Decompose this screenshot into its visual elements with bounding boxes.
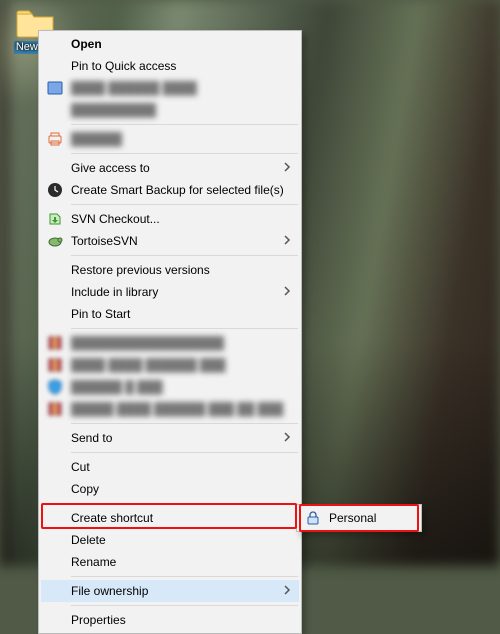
- submenu-personal[interactable]: Personal: [299, 507, 419, 529]
- menu-svn-checkout[interactable]: SVN Checkout...: [41, 208, 299, 230]
- separator: [71, 452, 298, 453]
- menu-rename[interactable]: Rename: [41, 551, 299, 573]
- separator: [71, 423, 298, 424]
- menu-properties[interactable]: Properties: [41, 609, 299, 631]
- menu-include-library[interactable]: Include in library: [41, 281, 299, 303]
- archive-icon: [47, 357, 63, 373]
- separator: [71, 576, 298, 577]
- separator: [71, 153, 298, 154]
- menu-open[interactable]: Open: [41, 33, 299, 55]
- archive-icon: [47, 401, 63, 417]
- menu-give-access-to[interactable]: Give access to: [41, 157, 299, 179]
- separator: [71, 124, 298, 125]
- chevron-right-icon: [281, 161, 293, 173]
- tortoise-icon: [47, 233, 63, 249]
- menu-obscured-2[interactable]: ██████████: [41, 99, 299, 121]
- menu-obscured-3[interactable]: ██████: [41, 128, 299, 150]
- menu-delete[interactable]: Delete: [41, 529, 299, 551]
- menu-obscured-7[interactable]: █████ ████ ██████ ███ ██ ███: [41, 398, 299, 420]
- chevron-right-icon: [281, 234, 293, 246]
- backup-icon: [47, 182, 63, 198]
- menu-copy[interactable]: Copy: [41, 478, 299, 500]
- menu-smart-backup[interactable]: Create Smart Backup for selected file(s): [41, 179, 299, 201]
- chevron-right-icon: [281, 285, 293, 297]
- menu-file-ownership[interactable]: File ownership: [41, 580, 299, 602]
- menu-obscured-5[interactable]: ████ ████ ██████ ███: [41, 354, 299, 376]
- printer-icon: [47, 131, 63, 147]
- menu-cut[interactable]: Cut: [41, 456, 299, 478]
- menu-obscured-1[interactable]: ████ ██████ ████: [41, 77, 299, 99]
- svn-checkout-icon: [47, 211, 63, 227]
- separator: [71, 328, 298, 329]
- file-ownership-submenu: Personal: [296, 504, 422, 532]
- menu-obscured-6[interactable]: ██████ █ ███: [41, 376, 299, 398]
- menu-pin-start[interactable]: Pin to Start: [41, 303, 299, 325]
- lock-icon: [305, 510, 321, 526]
- separator: [71, 255, 298, 256]
- menu-restore-previous[interactable]: Restore previous versions: [41, 259, 299, 281]
- menu-pin-quick-access[interactable]: Pin to Quick access: [41, 55, 299, 77]
- context-menu: Open Pin to Quick access ████ ██████ ███…: [38, 30, 302, 634]
- separator: [71, 605, 298, 606]
- app-icon: [47, 80, 63, 96]
- shield-icon: [47, 379, 63, 395]
- chevron-right-icon: [281, 431, 293, 443]
- archive-icon: [47, 335, 63, 351]
- separator: [71, 204, 298, 205]
- menu-obscured-4[interactable]: ██████████████████: [41, 332, 299, 354]
- separator: [71, 503, 298, 504]
- menu-create-shortcut[interactable]: Create shortcut: [41, 507, 299, 529]
- chevron-right-icon: [281, 584, 293, 596]
- menu-send-to[interactable]: Send to: [41, 427, 299, 449]
- menu-tortoisesvn[interactable]: TortoiseSVN: [41, 230, 299, 252]
